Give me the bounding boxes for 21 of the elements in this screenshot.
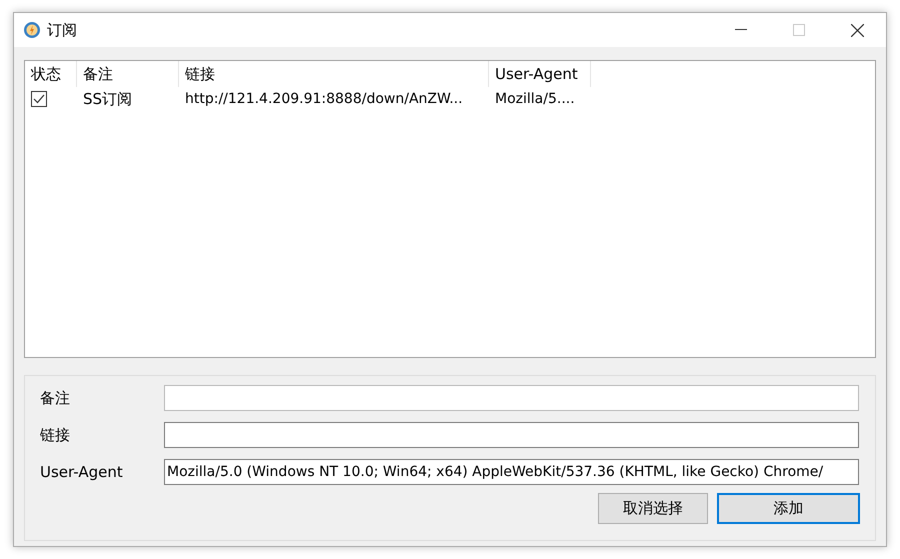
column-header[interactable]: 备注 <box>77 61 179 87</box>
window-title: 订阅 <box>47 20 77 41</box>
minimize-icon <box>735 29 747 31</box>
table-cell-text: http://121.4.209.91:8888/down/AnZW... <box>184 90 464 108</box>
table-cell-text: Mozilla/5.... <box>494 90 576 108</box>
field-label: User-Agent <box>40 462 124 483</box>
field-label: 备注 <box>40 388 71 409</box>
column-header[interactable]: User-Agent <box>489 61 591 87</box>
checkbox[interactable] <box>31 91 47 107</box>
table-cell-text: SS订阅 <box>82 88 134 110</box>
dialog-button[interactable]: 取消选择 <box>598 493 708 524</box>
close-icon <box>850 24 864 36</box>
column-header[interactable]: 链接 <box>179 61 489 87</box>
dialog-button[interactable]: 添加 <box>717 493 860 524</box>
field-label: 链接 <box>40 424 71 446</box>
input-field[interactable] <box>164 422 859 448</box>
input-field[interactable]: Mozilla/5.0 (Windows NT 10.0; Win64; x64) AppleWebKit/537.36 (KHTML, like Gecko) Chrome/ <box>164 459 859 485</box>
input-field[interactable] <box>164 385 859 411</box>
column-header[interactable]: 状态 <box>25 61 77 87</box>
maximize-icon <box>793 24 805 36</box>
app-logo-icon <box>23 21 41 39</box>
